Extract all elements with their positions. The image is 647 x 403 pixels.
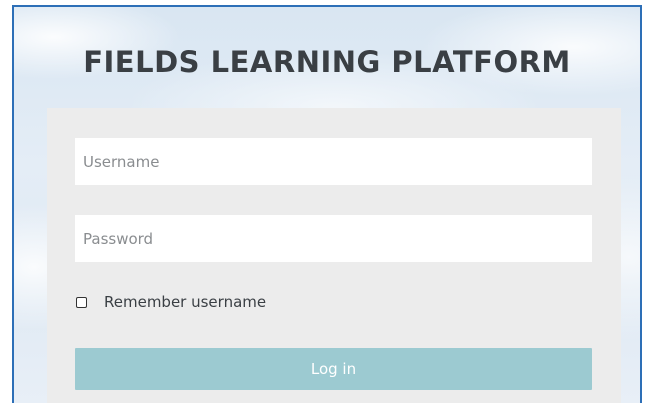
remember-username-row[interactable]: Remember username [76, 293, 266, 311]
remember-username-checkbox[interactable] [76, 296, 87, 308]
password-input[interactable] [75, 215, 592, 262]
page-title: FIELDS LEARNING PLATFORM [83, 45, 571, 79]
login-card: Remember username Log in [47, 108, 621, 403]
remember-username-label: Remember username [104, 293, 267, 311]
login-button[interactable]: Log in [75, 348, 592, 390]
username-input[interactable] [75, 138, 592, 185]
login-page-frame: FIELDS LEARNING PLATFORM Remember userna… [12, 5, 642, 403]
